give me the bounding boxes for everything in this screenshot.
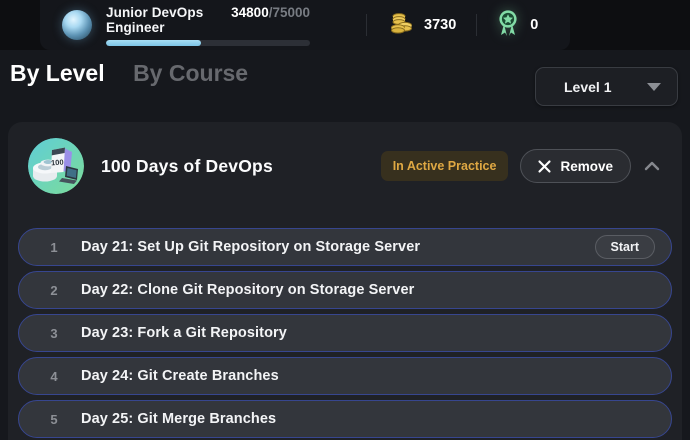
topbar-panel: Junior DevOps Engineer 34800/75000 xyxy=(40,0,570,50)
task-title: Day 24: Git Create Branches xyxy=(81,368,279,384)
remove-button[interactable]: Remove xyxy=(520,149,631,183)
xp-counter: 34800/75000 xyxy=(231,5,310,20)
course-card: 100 100 Days of DevOps In Active Practic… xyxy=(8,122,682,440)
xp-total: /75000 xyxy=(269,5,310,20)
task-row[interactable]: 5 Day 25: Git Merge Branches xyxy=(18,400,672,438)
tab-by-level[interactable]: By Level xyxy=(10,60,105,87)
level-dropdown-value: Level 1 xyxy=(564,79,647,95)
task-number: 4 xyxy=(47,369,61,384)
xp-progress-fill xyxy=(106,40,201,46)
course-title: 100 Days of DevOps xyxy=(101,156,273,177)
remove-button-label: Remove xyxy=(560,159,613,174)
avatar[interactable] xyxy=(62,10,92,40)
task-title: Day 22: Clone Git Repository on Storage … xyxy=(81,282,414,298)
task-number: 1 xyxy=(47,240,61,255)
chevron-up-icon[interactable] xyxy=(644,161,660,171)
coins-icon xyxy=(389,10,415,41)
divider xyxy=(476,14,477,36)
task-title: Day 25: Git Merge Branches xyxy=(81,411,276,427)
course-icon: 100 xyxy=(28,138,84,194)
divider xyxy=(366,14,367,36)
level-dropdown[interactable]: Level 1 xyxy=(535,67,678,106)
task-row[interactable]: 4 Day 24: Git Create Branches xyxy=(18,357,672,395)
task-row[interactable]: 2 Day 22: Clone Git Repository on Storag… xyxy=(18,271,672,309)
course-card-header: 100 100 Days of DevOps In Active Practic… xyxy=(8,122,682,210)
rank-title: Junior DevOps Engineer xyxy=(106,5,231,35)
task-row[interactable]: 3 Day 23: Fork a Git Repository xyxy=(18,314,672,352)
task-title: Day 23: Fork a Git Repository xyxy=(81,325,287,341)
tabs-row: By Level By Course Level 1 xyxy=(0,60,690,110)
task-number: 5 xyxy=(47,412,61,427)
task-number: 2 xyxy=(47,283,61,298)
profile-info: Junior DevOps Engineer 34800/75000 xyxy=(106,5,310,46)
svg-text:100: 100 xyxy=(51,158,64,168)
tab-by-course[interactable]: By Course xyxy=(133,60,248,87)
badges-stat[interactable]: 0 xyxy=(495,9,538,42)
task-list: 1 Day 21: Set Up Git Repository on Stora… xyxy=(8,210,682,438)
coins-count: 3730 xyxy=(424,17,456,33)
caret-down-icon xyxy=(647,83,661,91)
xp-progress-track xyxy=(106,40,310,46)
badges-count: 0 xyxy=(530,17,538,33)
task-number: 3 xyxy=(47,326,61,341)
close-icon xyxy=(538,160,551,173)
start-button[interactable]: Start xyxy=(595,235,655,259)
xp-current: 34800 xyxy=(231,5,269,20)
task-title: Day 21: Set Up Git Repository on Storage… xyxy=(81,239,420,255)
medal-icon xyxy=(495,9,521,42)
task-row[interactable]: 1 Day 21: Set Up Git Repository on Stora… xyxy=(18,228,672,266)
status-badge: In Active Practice xyxy=(381,151,509,181)
coins-stat[interactable]: 3730 xyxy=(389,10,456,41)
topbar: Junior DevOps Engineer 34800/75000 xyxy=(0,0,690,50)
